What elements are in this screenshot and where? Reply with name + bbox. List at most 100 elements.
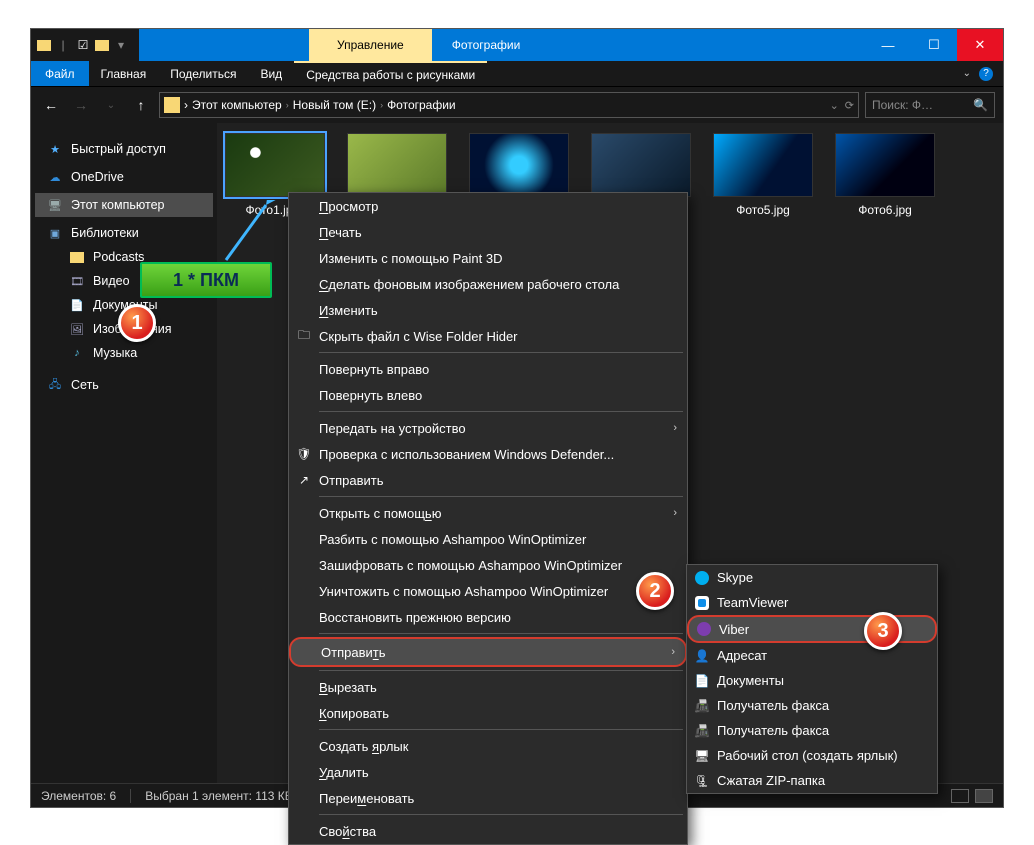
ctx-rotate-left[interactable]: Повернуть влево — [289, 382, 687, 408]
forward-button[interactable]: → — [69, 93, 93, 117]
thumbnail-image — [225, 133, 325, 197]
document-icon: 📄 — [69, 297, 85, 313]
ctx-rotate-right[interactable]: Повернуть вправо — [289, 356, 687, 382]
checkbox-icon[interactable]: ☑ — [75, 37, 91, 53]
sidebar-onedrive[interactable]: ☁ OneDrive — [35, 165, 213, 189]
ctx-ashampoo-encrypt[interactable]: Зашифровать с помощью Ashampoo WinOptimi… — [289, 552, 687, 578]
crumb-drive[interactable]: Новый том (E:) — [293, 98, 376, 112]
sidebar-libraries[interactable]: ▣Библиотеки — [35, 221, 213, 245]
menu-label: Передать на устройство — [319, 421, 466, 436]
sendto-fax-1[interactable]: 📠Получатель факса — [687, 693, 937, 718]
qat-dropdown-icon[interactable]: ▾ — [113, 37, 129, 53]
menu-label: Восстановить прежнюю версию — [319, 610, 511, 625]
chevron-right-icon[interactable]: › — [184, 98, 188, 112]
file-thumbnail[interactable]: Фото5.jpg — [713, 133, 813, 217]
ctx-edit-paint3d[interactable]: Изменить с помощью Paint 3D — [289, 245, 687, 271]
ribbon-tabs: Файл Главная Поделиться Вид Средства раб… — [31, 61, 1003, 87]
wise-icon: 🗀 — [295, 326, 313, 347]
up-button[interactable]: ↑ — [129, 93, 153, 117]
menu-label: Отправить — [319, 473, 383, 488]
ctx-view[interactable]: Просмотр — [289, 193, 687, 219]
sendto-documents[interactable]: 📄Документы — [687, 668, 937, 693]
ctx-restore-version[interactable]: Восстановить прежнюю версию — [289, 604, 687, 630]
menu-label: Получатель факса — [717, 698, 829, 713]
minimize-button[interactable]: — — [865, 29, 911, 61]
menu-label: Изменить — [319, 303, 378, 318]
search-input[interactable]: Поиск: Ф… 🔍 — [865, 92, 995, 118]
tab-home[interactable]: Главная — [89, 61, 159, 86]
ctx-rename[interactable]: Переименовать — [289, 785, 687, 811]
ctx-create-shortcut[interactable]: Создать ярлык — [289, 733, 687, 759]
help-icon[interactable]: ? — [979, 67, 993, 81]
crumb-folder[interactable]: Фотографии — [387, 98, 456, 112]
sidebar-network[interactable]: 🖧Сеть — [35, 373, 213, 397]
sidebar-quick-access[interactable]: ★Быстрый доступ — [35, 137, 213, 161]
ctx-cast[interactable]: Передать на устройство › — [289, 415, 687, 441]
tab-view[interactable]: Вид — [248, 61, 294, 86]
large-icons-view-button[interactable] — [975, 789, 993, 803]
menu-label: Сжатая ZIP-папка — [717, 773, 825, 788]
open-folder-icon[interactable] — [95, 40, 109, 51]
address-bar[interactable]: › Этот компьютер › Новый том (E:) › Фотогр… — [159, 92, 859, 118]
sendto-teamviewer[interactable]: TeamViewer — [687, 590, 937, 615]
menu-label: Зашифровать с помощью Ashampoo WinOptimi… — [319, 558, 622, 573]
breadcrumb: Фотографии — [387, 98, 456, 112]
sendto-fax-2[interactable]: 📠Получатель факса — [687, 718, 937, 743]
tab-picture-tools[interactable]: Средства работы с рисунками — [294, 61, 487, 86]
close-button[interactable]: ✕ — [957, 29, 1003, 61]
ctx-copy[interactable]: Копировать — [289, 700, 687, 726]
details-view-button[interactable] — [951, 789, 969, 803]
ctx-cut[interactable]: Вырезать — [289, 674, 687, 700]
ctx-send-to[interactable]: Отправить› — [289, 637, 687, 667]
ribbon-expand-icon[interactable]: ⌄ — [963, 68, 971, 79]
ctx-hide-wise[interactable]: 🗀 Скрыть файл с Wise Folder Hider — [289, 323, 687, 349]
ctx-ashampoo-split[interactable]: Разбить с помощью Ashampoo WinOptimizer — [289, 526, 687, 552]
tab-share[interactable]: Поделиться — [158, 61, 248, 86]
ctx-defender[interactable]: 🛡Проверка с использованием Windows Defen… — [289, 441, 687, 467]
menu-label: Скрыть файл с Wise Folder Hider — [319, 329, 518, 344]
ctx-open-with[interactable]: Открыть с помощью› — [289, 500, 687, 526]
ctx-print[interactable]: Печать — [289, 219, 687, 245]
pc-icon: 🖥 — [47, 197, 63, 213]
maximize-button[interactable]: ☐ — [911, 29, 957, 61]
chevron-right-icon: › — [673, 507, 677, 519]
contact-icon: 👤 — [693, 649, 711, 663]
chevron-right-icon: › — [673, 422, 677, 434]
refresh-icon[interactable]: ⟳ — [845, 99, 854, 112]
sidebar-lib-music[interactable]: ♪Музыка — [35, 341, 213, 365]
teamviewer-icon — [693, 596, 711, 610]
back-button[interactable]: ← — [39, 93, 63, 117]
cloud-icon: ☁ — [47, 169, 63, 185]
file-thumbnail[interactable]: Фото6.jpg — [835, 133, 935, 217]
ctx-properties[interactable]: Свойства — [289, 818, 687, 844]
chevron-right-icon[interactable]: › — [286, 100, 289, 110]
ctx-share[interactable]: ↗Отправить — [289, 467, 687, 493]
file-menu[interactable]: Файл — [31, 61, 89, 86]
context-menu: Просмотр Печать Изменить с помощью Paint… — [288, 192, 688, 845]
chevron-right-icon[interactable]: › — [380, 100, 383, 110]
address-dropdown-icon[interactable]: ⌄ — [830, 99, 839, 112]
crumb-this-pc[interactable]: Этот компьютер — [192, 98, 282, 112]
ctx-delete[interactable]: Удалить — [289, 759, 687, 785]
breadcrumb: Этот компьютер › — [192, 98, 289, 112]
sidebar-this-pc[interactable]: 🖥Этот компьютер — [35, 193, 213, 217]
ctx-ashampoo-destroy[interactable]: Уничтожить с помощью Ashampoo WinOptimiz… — [289, 578, 687, 604]
ctx-edit[interactable]: Изменить — [289, 297, 687, 323]
menu-label: Копировать — [319, 706, 389, 721]
sendto-zip[interactable]: 🗜Сжатая ZIP-папка — [687, 768, 937, 793]
sendto-mail-recipient[interactable]: 👤Адресат — [687, 643, 937, 668]
annotation-callout-1: 1 * ПКМ — [140, 262, 272, 298]
sidebar-item-label: OneDrive — [71, 170, 124, 184]
send-to-submenu: Skype TeamViewer Viber 👤Адресат 📄Докумен… — [686, 564, 938, 794]
menu-label: Документы — [717, 673, 784, 688]
sendto-skype[interactable]: Skype — [687, 565, 937, 590]
contextual-tab-header[interactable]: Управление — [309, 29, 432, 61]
recent-locations-button[interactable]: ⌄ — [99, 93, 123, 117]
sendto-desktop-shortcut[interactable]: 🖥Рабочий стол (создать ярлык) — [687, 743, 937, 768]
ctx-set-wallpaper[interactable]: Сделать фоновым изображением рабочего ст… — [289, 271, 687, 297]
status-item-count: Элементов: 6 — [41, 789, 116, 803]
window-title: Фотографии — [432, 29, 541, 61]
menu-label: Печать — [319, 225, 362, 240]
video-icon: 🎞 — [69, 273, 85, 289]
music-icon: ♪ — [69, 345, 85, 361]
